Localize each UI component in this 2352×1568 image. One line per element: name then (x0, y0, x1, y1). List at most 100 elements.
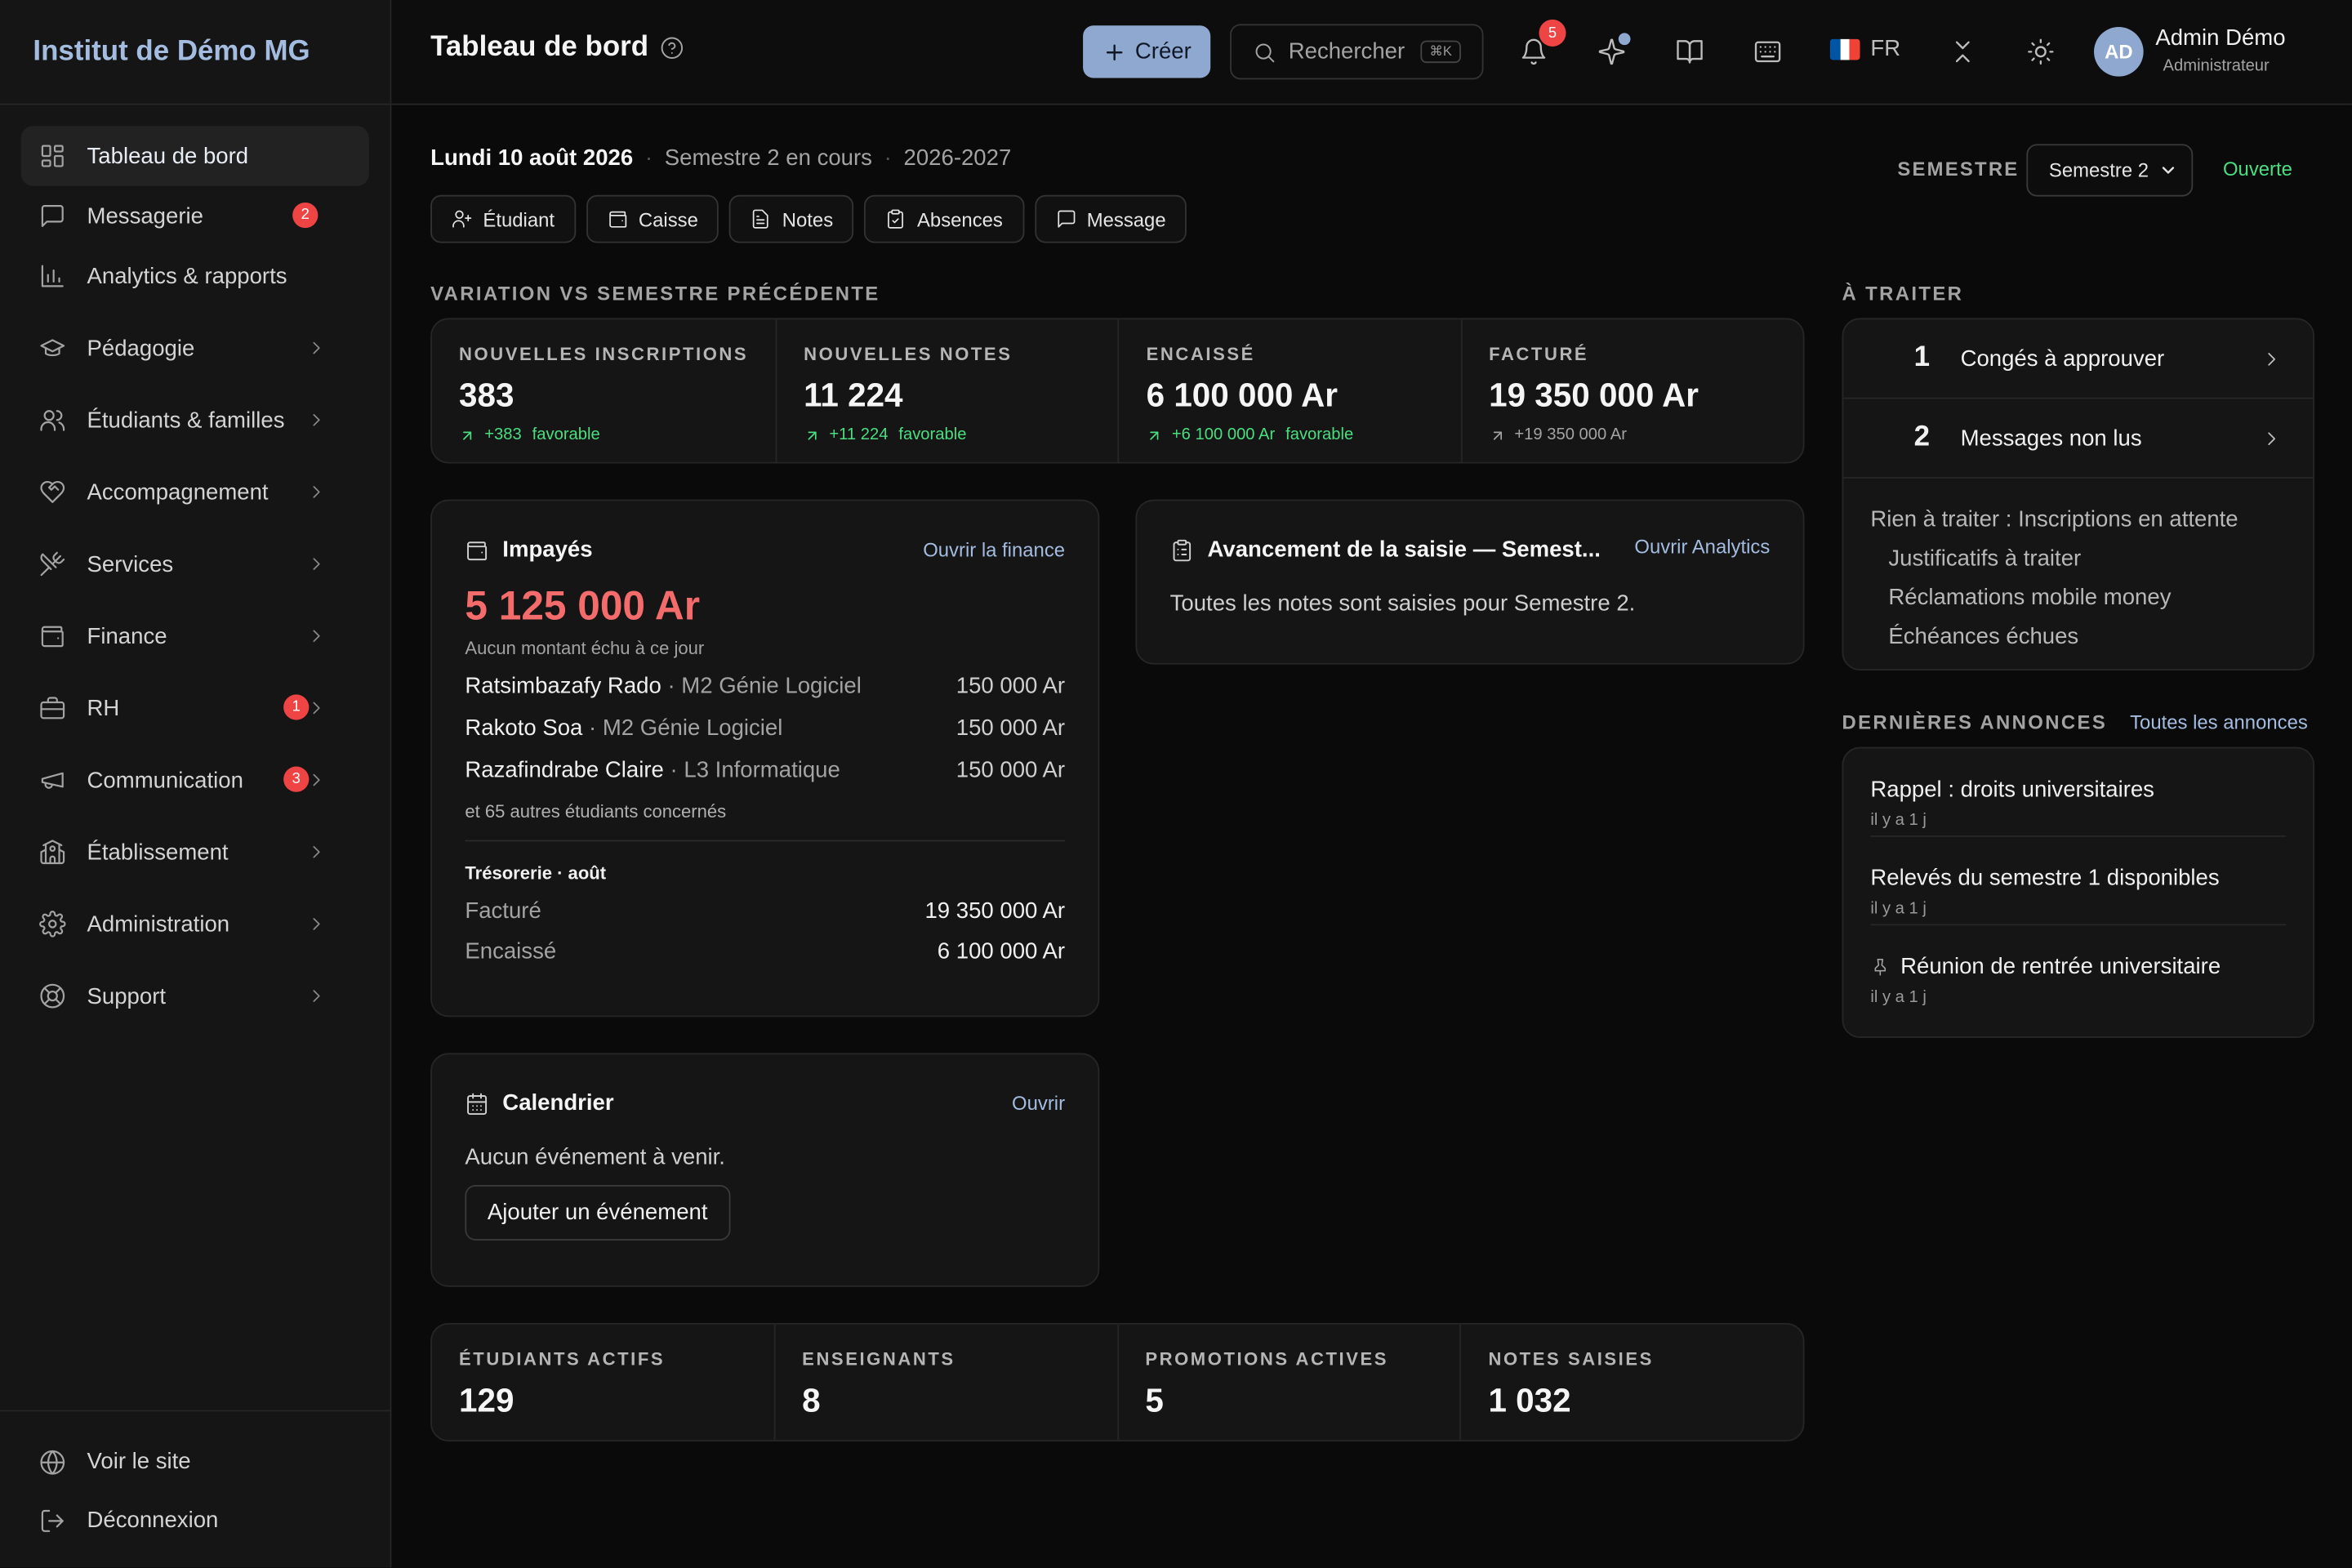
card-header: Avancement de la saisie — Semest... Ouvr… (1170, 536, 1770, 563)
search-placeholder: Rechercher (1288, 38, 1405, 65)
chevron-right-icon (313, 990, 320, 1002)
kpi-new-enrollments[interactable]: NOUVELLES INSCRIPTIONS 383 +383 favorabl… (432, 319, 777, 462)
stat-value: 8 (802, 1381, 821, 1419)
current-date: Lundi 10 août 2026 (430, 145, 634, 172)
student-name: Rakoto Soa (465, 715, 583, 742)
keyboard-icon (1754, 41, 1781, 63)
grading-progress-card: Avancement de la saisie — Semest... Ouvr… (1135, 499, 1805, 665)
stat-active-students[interactable]: ÉTUDIANTS ACTIFS 129 (432, 1324, 776, 1441)
stat-label: ÉTUDIANTS ACTIFS (459, 1348, 666, 1370)
stats-strip: ÉTUDIANTS ACTIFS 129 ENSEIGNANTS 8 PROMO… (430, 1322, 1805, 1442)
search-input[interactable]: Rechercher ⌘K (1230, 24, 1484, 80)
add-event-button[interactable]: Ajouter un événement (465, 1184, 731, 1241)
quick-cashier-button[interactable]: Caisse (586, 194, 719, 243)
student-name: Ratsimbazafy Rado (465, 673, 662, 699)
todo-item-unread-messages[interactable]: 2 Messages non lus (1843, 399, 2314, 479)
kpi-collected[interactable]: ENCAISSÉ 6 100 000 Ar +6 100 000 Ar favo… (1120, 319, 1463, 462)
arrow-up-right-icon (1493, 430, 1502, 439)
unpaid-card: Impayés Ouvrir la finance 5 125 000 Ar A… (430, 499, 1100, 1018)
table-row[interactable]: Ratsimbazafy Rado · M2 Génie Logiciel 15… (465, 674, 1065, 699)
announcement-time: il y a 1 j (1870, 900, 1927, 919)
kpi-label: ENCAISSÉ (1146, 343, 1255, 365)
user-name[interactable]: Admin Démo (2155, 25, 2285, 51)
docs-button[interactable] (1676, 38, 1704, 66)
globe-icon (40, 1449, 65, 1474)
kpi-trend: +11 224 favorable (804, 426, 1091, 444)
semester-selected-value: Semestre 2 (2048, 158, 2149, 182)
list-item[interactable]: Relevés du semestre 1 disponibles il y a… (1870, 837, 2287, 926)
arrow-up-right-icon (463, 430, 472, 439)
avatar[interactable]: AD (2094, 27, 2144, 77)
amount-due: 150 000 Ar (956, 757, 1066, 783)
stat-label: ENSEIGNANTS (802, 1348, 956, 1370)
sidebar-item-analytics[interactable]: Analytics & rapports (21, 246, 369, 305)
sidebar-item-label: Communication (87, 767, 243, 793)
theme-toggle[interactable] (2026, 38, 2055, 66)
france-flag-icon (1829, 38, 1860, 60)
stat-teachers[interactable]: ENSEIGNANTS 8 (775, 1324, 1119, 1441)
todo-item-leave-requests[interactable]: 1 Congés à approuver (1843, 319, 2314, 399)
sidebar-item-etablissement[interactable]: Établissement (21, 822, 369, 882)
sidebar-item-students-families[interactable]: Étudiants & familles (21, 390, 369, 450)
sidebar-item-administration[interactable]: Administration (21, 894, 369, 954)
sidebar-item-services[interactable]: Services (21, 534, 369, 594)
all-announcements-link[interactable]: Toutes les annonces (2130, 711, 2308, 734)
open-finance-link[interactable]: Ouvrir la finance (923, 538, 1065, 561)
todo-count: 2 (1913, 421, 1931, 453)
kpi-trend-qualifier: favorable (532, 425, 600, 444)
megaphone-icon (41, 772, 64, 789)
language-code: FR (1870, 36, 1901, 62)
quick-absences-button[interactable]: Absences (864, 194, 1024, 243)
nothing-item: Réclamations mobile money (1888, 585, 2172, 611)
quick-action-label: Caisse (638, 207, 698, 230)
stat-grades-entered[interactable]: NOTES SAISIES 1 032 (1461, 1325, 1802, 1440)
help-circle-icon[interactable] (661, 36, 684, 60)
card-title: Calendrier (465, 1090, 614, 1116)
sidebar-item-rh[interactable]: RH 1 (21, 678, 369, 737)
stat-active-promotions[interactable]: PROMOTIONS ACTIVES 5 (1118, 1324, 1462, 1441)
search-icon (1255, 42, 1275, 62)
chevron-right-icon (313, 486, 320, 498)
quick-grades-button[interactable]: Notes (729, 194, 854, 243)
sidebar-item-communication[interactable]: Communication 3 (21, 750, 369, 809)
quick-message-button[interactable]: Message (1034, 194, 1187, 243)
language-switcher[interactable]: FR (1829, 36, 1901, 62)
quick-add-student-button[interactable]: Étudiant (430, 194, 576, 243)
treasury-label: Facturé (465, 898, 541, 924)
sidebar-item-accompagnement[interactable]: Accompagnement (21, 462, 369, 522)
table-row[interactable]: Razafindrabe Claire · L3 Informatique 15… (465, 758, 1065, 783)
logout-button[interactable]: Déconnexion (21, 1491, 369, 1550)
list-item[interactable]: Réunion de rentrée universitaire il y a … (1870, 925, 2286, 1013)
table-row[interactable]: Rakoto Soa · M2 Génie Logiciel 150 000 A… (465, 715, 1065, 741)
file-text-icon (753, 209, 769, 229)
todo-label: Congés à approuver (1960, 345, 2165, 372)
brand-logo-text[interactable]: Institut de Démo MG (0, 0, 390, 105)
list-item[interactable]: Rappel : droits universitaires il y a 1 … (1870, 749, 2287, 837)
treasury-amount: 19 350 000 Ar (924, 898, 1066, 924)
view-site-link[interactable]: Voir le site (21, 1432, 369, 1491)
amount-due: 150 000 Ar (956, 715, 1066, 742)
treasury-row: Facturé 19 350 000 Ar (465, 898, 1065, 924)
open-analytics-link[interactable]: Ouvrir Analytics (1634, 536, 1770, 559)
pending-badge: 3 (283, 766, 310, 792)
sidebar-item-messaging[interactable]: Messagerie 2 (21, 186, 369, 246)
kpi-invoiced[interactable]: FACTURÉ 19 350 000 Ar +19 350 000 Ar (1462, 319, 1803, 461)
semester-select[interactable]: Semestre 2 (2026, 144, 2194, 197)
sidebar-item-support[interactable]: Support (21, 966, 369, 1026)
sidebar-item-label: Déconnexion (87, 1507, 219, 1534)
create-button[interactable]: Créer (1083, 25, 1211, 78)
announcement-time: il y a 1 j (1870, 988, 1927, 1007)
unpaid-total: 5 125 000 Ar (465, 583, 701, 629)
keyboard-shortcuts-button[interactable] (1753, 38, 1782, 66)
quick-action-label: Notes (782, 207, 834, 230)
briefcase-icon (40, 697, 65, 719)
student-name: Razafindrabe Claire (465, 757, 664, 783)
chevron-right-icon (313, 630, 320, 643)
collapse-button[interactable] (1949, 38, 1977, 66)
sidebar-item-pedagogie[interactable]: Pédagogie (21, 318, 369, 377)
sidebar-item-finance[interactable]: Finance (21, 606, 369, 666)
announcement-title: Réunion de rentrée universitaire (1900, 954, 2221, 980)
kpi-new-grades[interactable]: NOUVELLES NOTES 11 224 +11 224 favorable (777, 319, 1120, 462)
open-calendar-link[interactable]: Ouvrir (1012, 1092, 1065, 1115)
sidebar-item-dashboard[interactable]: Tableau de bord (20, 126, 369, 186)
